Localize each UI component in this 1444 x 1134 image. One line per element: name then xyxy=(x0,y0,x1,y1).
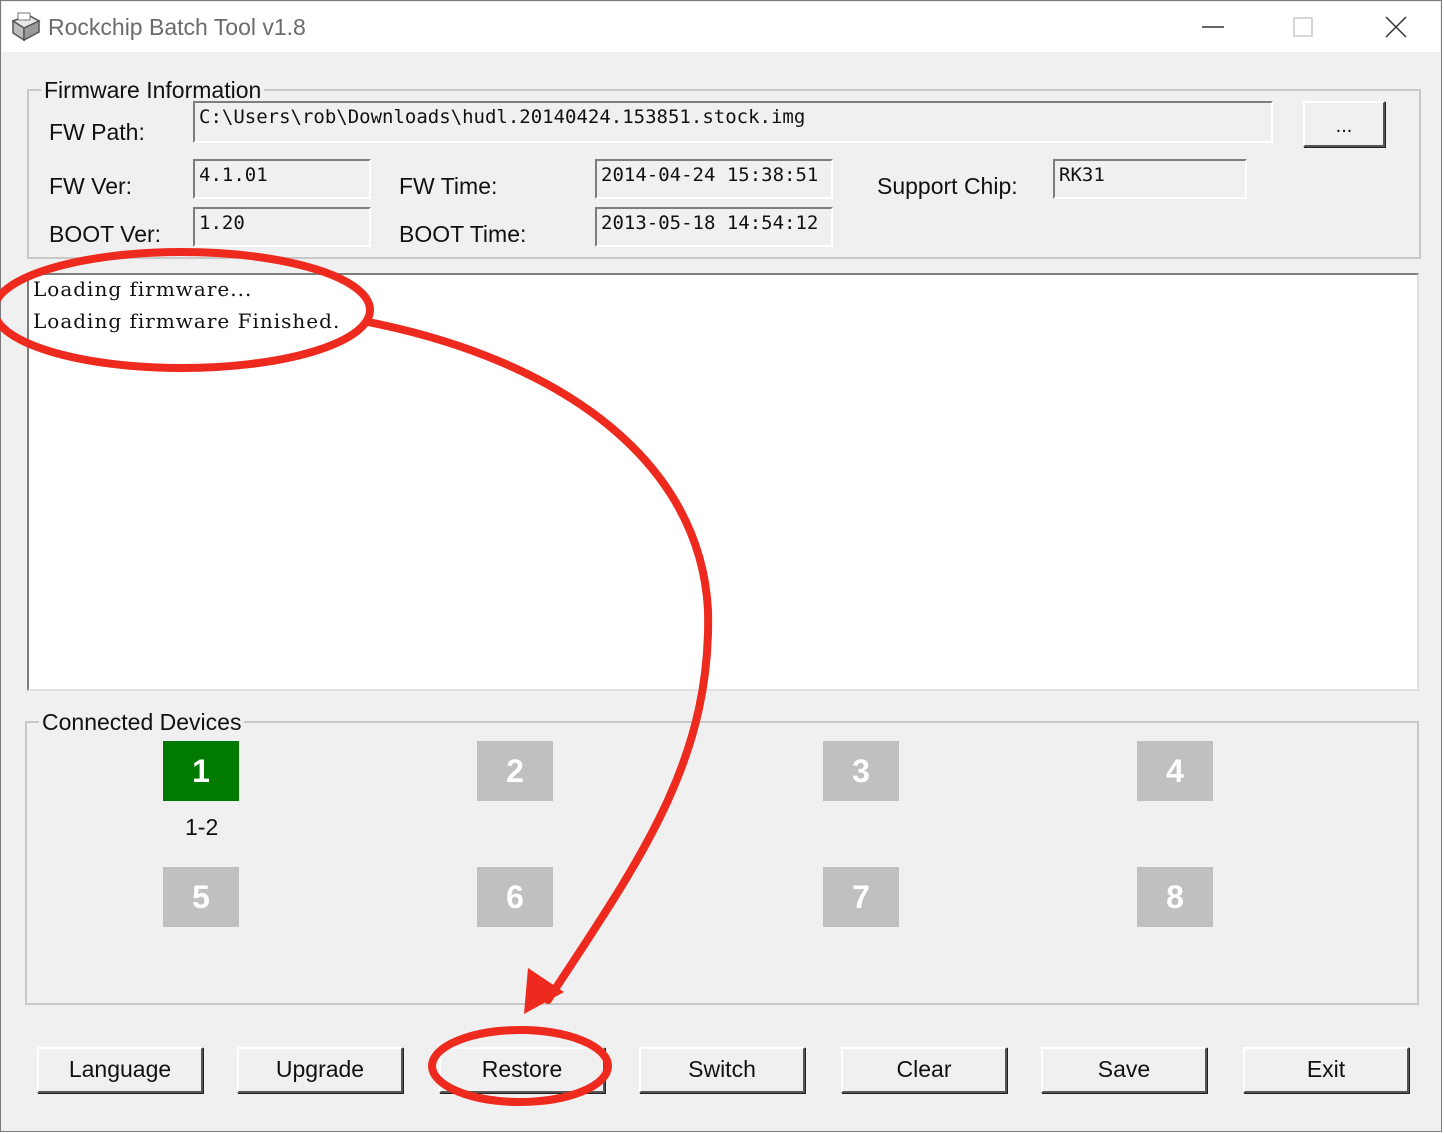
window-title: Rockchip Batch Tool v1.8 xyxy=(48,14,306,40)
boot-time-label: BOOT Time: xyxy=(399,221,527,247)
browse-button[interactable]: ... xyxy=(1303,101,1385,147)
fw-path-field[interactable]: C:\Users\rob\Downloads\hudl.20140424.153… xyxy=(193,101,1273,143)
device-slot-2[interactable]: 2 xyxy=(477,741,553,801)
fw-ver-label: FW Ver: xyxy=(49,173,133,199)
title-bar[interactable]: Rockchip Batch Tool v1.8 xyxy=(2,2,1440,52)
minimize-button[interactable] xyxy=(1168,2,1258,52)
fw-time-field[interactable]: 2014-04-24 15:38:51 xyxy=(595,159,833,199)
fw-ver-field[interactable]: 4.1.01 xyxy=(193,159,371,199)
switch-button[interactable]: Switch xyxy=(639,1047,805,1093)
device-slot-1[interactable]: 1 xyxy=(163,741,239,801)
restore-button[interactable]: Restore xyxy=(439,1047,605,1093)
maximize-icon xyxy=(1293,17,1313,37)
log-line: Loading firmware Finished. xyxy=(33,309,341,333)
fw-time-label: FW Time: xyxy=(399,173,498,199)
device-slot-8[interactable]: 8 xyxy=(1137,867,1213,927)
firmware-info-title: Firmware Information xyxy=(41,77,265,104)
device-slot-4[interactable]: 4 xyxy=(1137,741,1213,801)
exit-button[interactable]: Exit xyxy=(1243,1047,1409,1093)
device-slot-6[interactable]: 6 xyxy=(477,867,553,927)
maximize-button xyxy=(1258,2,1348,52)
upgrade-button[interactable]: Upgrade xyxy=(237,1047,403,1093)
close-button[interactable] xyxy=(1351,2,1441,52)
fw-path-label: FW Path: xyxy=(49,119,145,145)
connected-devices-title: Connected Devices xyxy=(39,709,245,736)
device-slot-3[interactable]: 3 xyxy=(823,741,899,801)
minimize-icon xyxy=(1202,26,1224,28)
log-area[interactable]: Loading firmware... Loading firmware Fin… xyxy=(27,273,1419,691)
boot-ver-label: BOOT Ver: xyxy=(49,221,162,247)
app-icon xyxy=(10,12,42,42)
log-line: Loading firmware... xyxy=(33,277,253,301)
main-window: Rockchip Batch Tool v1.8 Firmware Inform… xyxy=(0,0,1442,1132)
boot-time-field[interactable]: 2013-05-18 14:54:12 xyxy=(595,207,833,247)
boot-ver-field[interactable]: 1.20 xyxy=(193,207,371,247)
device-slot-5[interactable]: 5 xyxy=(163,867,239,927)
device-slot-7[interactable]: 7 xyxy=(823,867,899,927)
clear-button[interactable]: Clear xyxy=(841,1047,1007,1093)
save-button[interactable]: Save xyxy=(1041,1047,1207,1093)
close-icon xyxy=(1385,16,1407,38)
device-port-label: 1-2 xyxy=(185,814,219,840)
support-chip-label: Support Chip: xyxy=(877,173,1018,199)
language-button[interactable]: Language xyxy=(37,1047,203,1093)
support-chip-field[interactable]: RK31 xyxy=(1053,159,1247,199)
